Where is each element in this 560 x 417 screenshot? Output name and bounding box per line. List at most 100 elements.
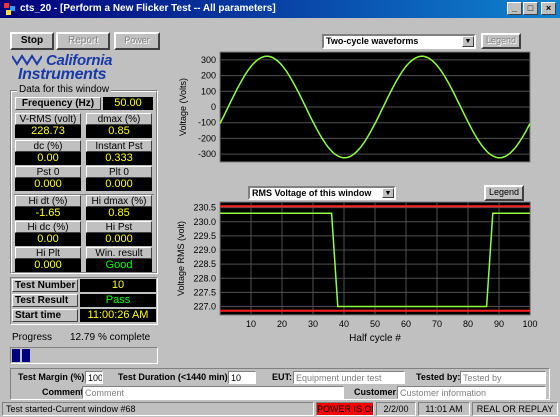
test-duration-label: Test Duration (<1440 min):: [118, 372, 231, 382]
status-time: 11:01 AM: [418, 402, 470, 416]
x-tick-label: 20: [277, 319, 287, 329]
hi-plt-label: Hi Plt: [15, 247, 81, 259]
progress-fill: [12, 349, 30, 362]
y-tick-label: 300: [201, 55, 216, 65]
instant-pst-value: 0.333: [86, 152, 152, 165]
progress-value: 12.79: [70, 332, 96, 343]
status-message: Test started-Current window #68: [2, 402, 314, 416]
y-axis-label: Voltage RMS (volt): [176, 221, 186, 296]
progress-segment: [12, 349, 20, 362]
test-number-label: Test Number: [12, 279, 78, 292]
y-axis-label: Voltage (Volts): [178, 78, 188, 136]
waveform-select-value: Two-cycle waveforms: [326, 36, 419, 46]
hi-pst-label: Hi Pst: [86, 221, 152, 233]
hi-dmax-value: 0.85: [86, 207, 152, 220]
hi-dmax-label: Hi dmax (%): [86, 195, 152, 207]
comment-input[interactable]: Comment: [82, 386, 344, 399]
frequency-label: Frequency (Hz): [15, 97, 101, 110]
win-result-value: Good: [86, 259, 152, 272]
chevron-down-icon[interactable]: ▼: [382, 188, 394, 198]
minimize-icon[interactable]: _: [507, 2, 522, 15]
progress-segment: [22, 349, 30, 362]
x-tick-label: 70: [432, 319, 442, 329]
dc-label: dc (%): [15, 140, 81, 152]
x-axis-label: Half cycle #: [349, 333, 401, 344]
win-result-label: Win. result: [86, 247, 152, 259]
hi-pst-value: 0.000: [86, 233, 152, 246]
company-logo: California Instruments: [10, 52, 160, 84]
plt0-value: 0.000: [86, 178, 152, 191]
y-tick-label: 200: [201, 71, 216, 81]
chevron-down-icon[interactable]: ▼: [462, 36, 474, 47]
x-tick-label: 50: [370, 319, 380, 329]
test-result-value: Pass: [80, 294, 156, 307]
dmax-label: dmax (%): [86, 113, 152, 125]
dmax-value: 0.85: [86, 125, 152, 138]
status-date: 2/2/00: [376, 402, 416, 416]
pst0-label: Pst 0: [15, 166, 81, 178]
y-tick-label: 228.0: [193, 273, 216, 283]
maximize-icon[interactable]: □: [523, 2, 538, 15]
rms-select[interactable]: RMS Voltage of this window ▼: [248, 186, 396, 200]
data-group-title: Data for this window: [17, 84, 112, 95]
x-tick-label: 60: [401, 319, 411, 329]
y-tick-label: 230.0: [193, 217, 216, 227]
start-time-label: Start time: [12, 309, 78, 322]
test-number-value: 10: [80, 279, 156, 292]
x-tick-label: 100: [522, 319, 537, 329]
dc-value: 0.00: [15, 152, 81, 165]
test-margin-input[interactable]: 100: [85, 371, 103, 384]
plt0-label: Plt 0: [86, 166, 152, 178]
stop-button[interactable]: Stop: [10, 32, 54, 50]
logo-line-2: Instruments: [18, 66, 107, 83]
x-tick-label: 10: [246, 319, 256, 329]
power-button[interactable]: Power: [114, 32, 160, 50]
y-tick-label: -200: [198, 133, 216, 143]
y-tick-label: 228.5: [193, 259, 216, 269]
y-tick-label: 229.0: [193, 245, 216, 255]
x-tick-label: 30: [308, 319, 318, 329]
eut-input[interactable]: Equipment under test: [293, 371, 405, 384]
hi-dt-value: -1.65: [15, 207, 81, 220]
pst0-value: 0.000: [15, 178, 81, 191]
customer-label: Customer:: [354, 387, 400, 397]
y-tick-label: 100: [201, 86, 216, 96]
bottom-legend-button[interactable]: Legend: [484, 185, 524, 201]
tested-by-input[interactable]: Tested by: [460, 371, 546, 384]
test-duration-input[interactable]: 10: [228, 371, 256, 384]
progress-unit: % complete: [98, 332, 151, 343]
x-tick-label: 40: [339, 319, 349, 329]
y-tick-label: 227.0: [193, 302, 216, 312]
rms-select-value: RMS Voltage of this window: [252, 188, 372, 198]
report-button[interactable]: Report: [56, 32, 110, 50]
tested-by-label: Tested by:: [416, 372, 461, 382]
hi-dc-label: Hi dc (%): [15, 221, 81, 233]
x-tick-label: 90: [494, 319, 504, 329]
test-margin-label: Test Margin (%):: [18, 372, 88, 382]
close-icon[interactable]: ×: [541, 2, 556, 15]
vrms-label: V-RMS (volt): [15, 113, 81, 125]
y-tick-label: 230.5: [193, 203, 216, 213]
status-mode: REAL OR REPLAY: [472, 402, 558, 416]
start-time-value: 11:00:26 AM: [80, 309, 156, 322]
y-tick-label: -100: [198, 118, 216, 128]
instant-pst-label: Instant Pst: [86, 140, 152, 152]
y-tick-label: -300: [198, 149, 216, 159]
vrms-value: 228.73: [15, 125, 81, 138]
frequency-value: 50.00: [103, 97, 153, 110]
eut-label: EUT:: [272, 372, 292, 382]
hi-plt-value: 0.000: [15, 259, 81, 272]
y-tick-label: 0: [211, 102, 216, 112]
customer-input[interactable]: Customer information: [397, 386, 546, 399]
hi-dt-label: Hi dt (%): [15, 195, 81, 207]
logo-mark-icon: [12, 54, 42, 66]
comment-label: Comment:: [42, 387, 87, 397]
progress-label: Progress: [12, 332, 53, 343]
top-legend-button[interactable]: Legend: [481, 33, 521, 49]
y-tick-label: 229.5: [193, 231, 216, 241]
y-tick-label: 227.5: [193, 287, 216, 297]
hi-dc-value: 0.00: [15, 233, 81, 246]
window-title: cts_20 - [Perform a New Flicker Test -- …: [20, 3, 276, 14]
waveform-select[interactable]: Two-cycle waveforms ▼: [322, 34, 476, 49]
waveform-chart: 300 200 100 0 -100 -200 -300 Voltage (Volts): [178, 51, 531, 163]
